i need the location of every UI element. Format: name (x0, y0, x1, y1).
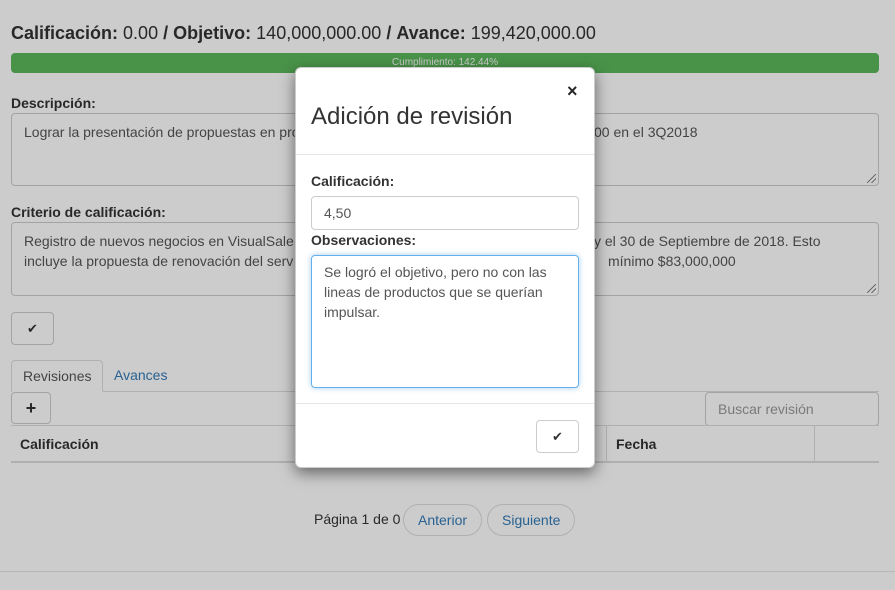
score-field-label: Calificación: (311, 173, 395, 189)
add-revision-modal: × Adición de revisión Calificación: 4,50… (295, 67, 595, 468)
notes-field-label: Observaciones: (311, 232, 417, 248)
save-revision-button[interactable]: ✔ (536, 420, 579, 453)
close-icon[interactable]: × (567, 81, 578, 102)
notes-textarea[interactable]: Se logró el objetivo, pero no con las li… (311, 255, 579, 388)
score-input[interactable]: 4,50 (311, 196, 579, 230)
modal-footer-divider (296, 403, 594, 404)
check-icon: ✔ (552, 428, 563, 444)
modal-header: × Adición de revisión (296, 68, 594, 155)
modal-title: Adición de revisión (311, 103, 513, 130)
